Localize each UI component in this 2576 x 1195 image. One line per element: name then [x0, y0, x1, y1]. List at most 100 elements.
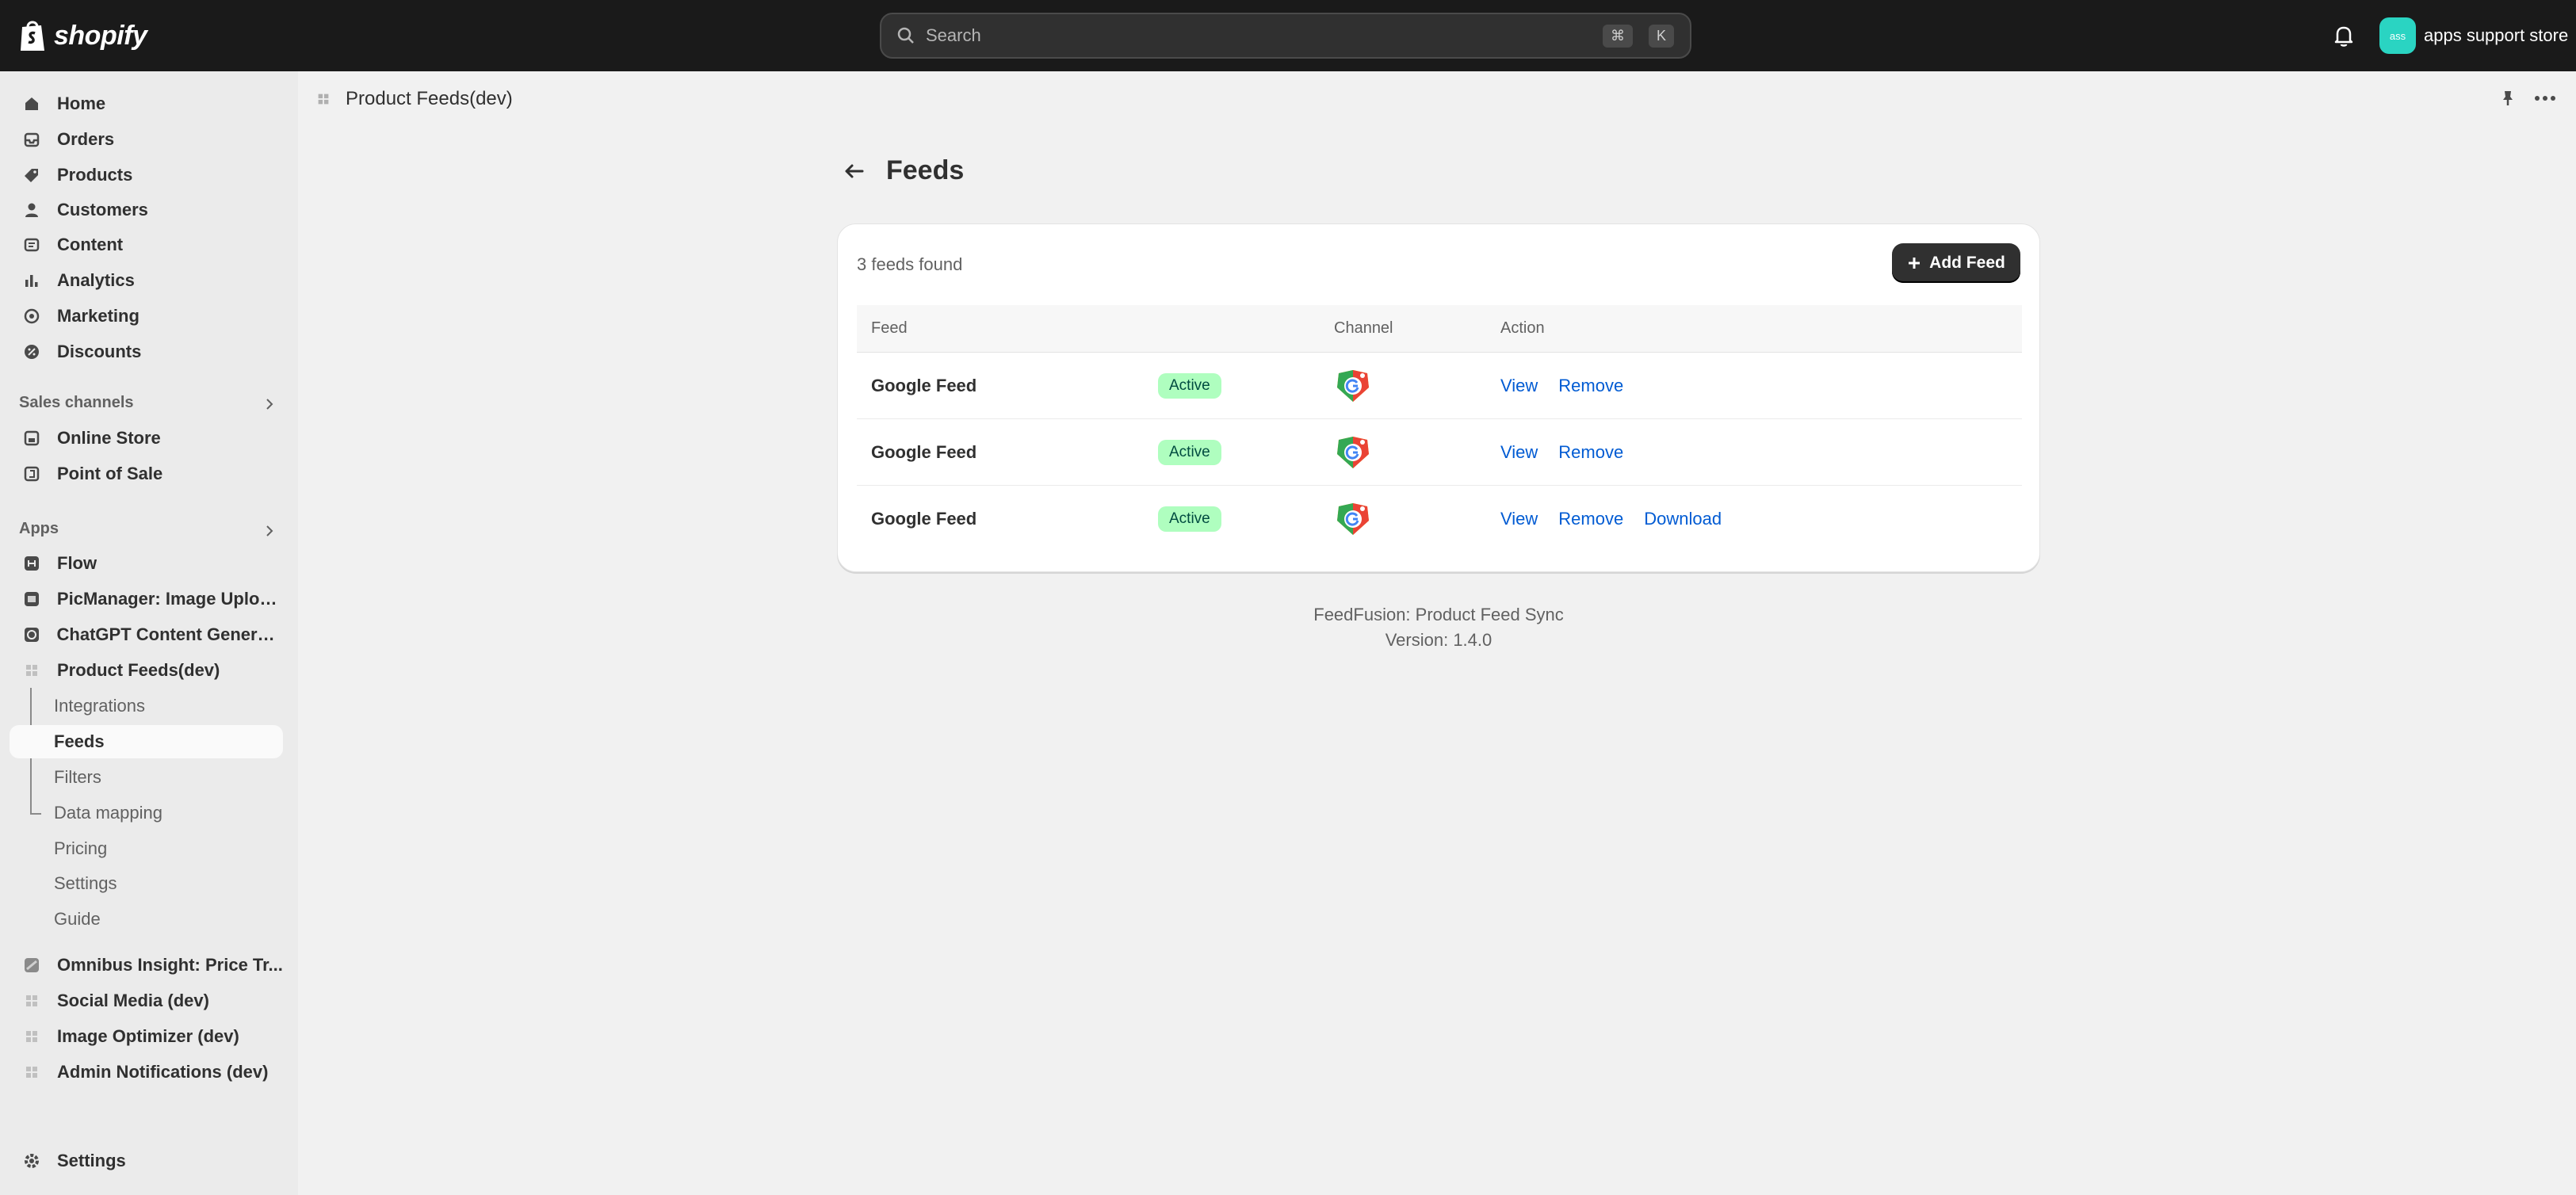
- sidebar-item-label: Social Media (dev): [57, 991, 209, 1010]
- row-actions: View Remove Download: [1500, 509, 1722, 529]
- sidebar-item-label: Customers: [57, 200, 148, 220]
- pos-icon: [22, 464, 41, 483]
- sidebar-item-products[interactable]: Products: [10, 158, 283, 192]
- bar-chart-icon: [22, 271, 41, 290]
- sidebar-item-orders[interactable]: Orders: [10, 123, 283, 156]
- add-feed-label: Add Feed: [1929, 254, 2005, 272]
- google-shopping-icon: [1334, 500, 1372, 538]
- chatgpt-app-icon: [22, 625, 41, 644]
- google-shopping-icon: [1334, 367, 1372, 405]
- sidebar-item-label: Content: [57, 235, 124, 254]
- page-title: Feeds: [886, 155, 965, 185]
- sidebar-item-marketing[interactable]: Marketing: [10, 300, 283, 333]
- add-feed-button[interactable]: Add Feed: [1892, 243, 2020, 283]
- pin-icon[interactable]: [2498, 89, 2517, 108]
- sidebar: Home Orders Products Customers Content A…: [0, 71, 298, 1195]
- sidebar-item-content[interactable]: Content: [10, 228, 283, 262]
- store-icon: [22, 429, 41, 448]
- back-arrow-icon[interactable]: [842, 159, 866, 183]
- bell-icon[interactable]: [2330, 22, 2357, 49]
- sidebar-item-point-of-sale[interactable]: Point of Sale: [10, 457, 283, 491]
- gear-icon: [22, 1151, 41, 1170]
- sidebar-item-online-store[interactable]: Online Store: [10, 422, 283, 455]
- sidebar-item-flow[interactable]: Flow: [10, 547, 283, 580]
- sidebar-item-settings[interactable]: Settings: [10, 1144, 283, 1178]
- remove-link[interactable]: Remove: [1558, 376, 1623, 396]
- breadcrumb: Product Feeds(dev): [298, 71, 2576, 127]
- chevron-right-icon[interactable]: [262, 396, 277, 412]
- view-link[interactable]: View: [1500, 376, 1538, 396]
- sidebar-subitem-data-mapping[interactable]: Data mapping: [10, 796, 283, 830]
- discount-icon: [22, 342, 41, 361]
- sidebar-item-customers[interactable]: Customers: [10, 193, 283, 227]
- row-actions: View Remove: [1500, 442, 1623, 463]
- sidebar-item-product-feeds[interactable]: Product Feeds(dev): [10, 654, 283, 687]
- footer-app-name: FeedFusion: Product Feed Sync: [1313, 605, 1564, 624]
- target-icon: [22, 307, 41, 326]
- download-link[interactable]: Download: [1644, 509, 1722, 529]
- google-shopping-icon: [1334, 433, 1372, 472]
- sidebar-item-label: ChatGPT Content Generat...: [56, 624, 283, 644]
- shortcut-key-k: K: [1648, 24, 1674, 48]
- search-placeholder: Search: [926, 25, 981, 45]
- store-menu[interactable]: ass apps support store: [2379, 17, 2568, 54]
- sidebar-subitem-filters[interactable]: Filters: [10, 761, 283, 794]
- logo-text: shopify: [54, 20, 147, 51]
- sidebar-subitem-guide[interactable]: Guide: [10, 903, 283, 936]
- sidebar-item-admin-notifications[interactable]: Admin Notifications (dev): [10, 1056, 283, 1089]
- feeds-card: 3 feeds found Add Feed Feed Channel Acti…: [837, 223, 2040, 572]
- store-avatar: ass: [2379, 17, 2416, 54]
- sidebar-item-label: Flow: [57, 553, 97, 573]
- status-badge: Active: [1158, 439, 1221, 465]
- feeds-count: 3 feeds found: [857, 254, 963, 274]
- tag-icon: [22, 166, 41, 185]
- sidebar-subitem-pricing[interactable]: Pricing: [10, 832, 283, 865]
- shopify-logo[interactable]: shopify: [17, 19, 147, 52]
- breadcrumb-app-name[interactable]: Product Feeds(dev): [346, 88, 513, 110]
- page-header: Feeds: [842, 155, 964, 186]
- table-row: Google Feed Active View Remove: [857, 353, 2022, 419]
- sidebar-item-label: Orders: [57, 129, 115, 149]
- shortcut-key-cmd: ⌘: [1602, 24, 1633, 48]
- sidebar-item-label: Point of Sale: [57, 464, 163, 483]
- sidebar-subitem-feeds[interactable]: Feeds: [10, 725, 283, 758]
- sidebar-item-home[interactable]: Home: [10, 87, 283, 120]
- view-link[interactable]: View: [1500, 442, 1538, 463]
- app-footer: FeedFusion: Product Feed Sync Version: 1…: [837, 602, 2040, 653]
- view-link[interactable]: View: [1500, 509, 1538, 529]
- sidebar-item-discounts[interactable]: Discounts: [10, 335, 283, 368]
- sidebar-item-chatgpt-content[interactable]: ChatGPT Content Generat...: [10, 618, 283, 651]
- remove-link[interactable]: Remove: [1558, 509, 1623, 529]
- sidebar-item-analytics[interactable]: Analytics: [10, 264, 283, 297]
- chevron-right-icon[interactable]: [262, 523, 277, 539]
- sidebar-item-label: Online Store: [57, 428, 161, 448]
- top-bar: shopify Search ⌘ K ass apps support stor…: [0, 0, 2576, 71]
- search-icon: [897, 27, 914, 44]
- sidebar-item-label: Image Optimizer (dev): [57, 1026, 239, 1046]
- app-grid-icon: [22, 1063, 41, 1082]
- sidebar-subitem-integrations[interactable]: Integrations: [10, 689, 283, 723]
- omnibus-app-icon: [22, 956, 41, 975]
- feed-name: Google Feed: [871, 509, 977, 529]
- sidebar-item-label: Discounts: [57, 342, 142, 361]
- sales-channels-heading[interactable]: Sales channels: [19, 394, 134, 412]
- feed-name: Google Feed: [871, 375, 977, 395]
- sidebar-item-omnibus[interactable]: Omnibus Insight: Price Tr...: [10, 949, 283, 982]
- feed-name: Google Feed: [871, 441, 977, 462]
- sidebar-item-image-optimizer[interactable]: Image Optimizer (dev): [10, 1020, 283, 1053]
- search-bar[interactable]: Search ⌘ K: [880, 13, 1691, 59]
- sidebar-subitem-settings[interactable]: Settings: [10, 867, 283, 900]
- more-horizontal-icon[interactable]: [2533, 89, 2557, 108]
- sidebar-item-label: Product Feeds(dev): [57, 660, 220, 680]
- shopify-bag-icon: [21, 21, 44, 51]
- column-header-channel: Channel: [1334, 319, 1393, 337]
- app-grid-icon: [22, 991, 41, 1010]
- sidebar-item-picmanager[interactable]: PicManager: Image Uploa...: [10, 582, 283, 616]
- remove-link[interactable]: Remove: [1558, 442, 1623, 463]
- sidebar-item-label: Products: [57, 165, 133, 185]
- plus-icon: [1909, 258, 1921, 269]
- store-name: apps support store: [2424, 25, 2569, 45]
- column-header-feed: Feed: [871, 319, 908, 337]
- apps-heading[interactable]: Apps: [19, 520, 59, 538]
- sidebar-item-social-media[interactable]: Social Media (dev): [10, 984, 283, 1017]
